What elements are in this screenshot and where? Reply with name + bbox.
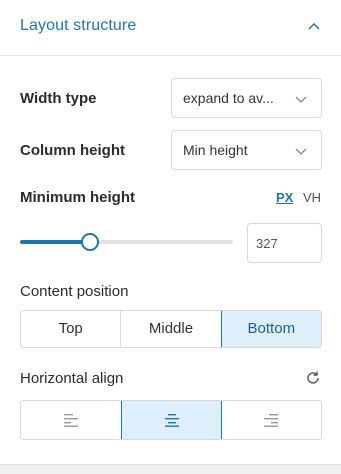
- section-title: Layout structure: [20, 17, 137, 34]
- horizontal-align-group: [20, 400, 322, 440]
- column-height-value: Min height: [183, 142, 248, 158]
- width-type-value: expand to av...: [183, 90, 274, 106]
- unit-vh-button[interactable]: VH: [303, 190, 321, 205]
- column-height-select[interactable]: Min height: [171, 130, 322, 170]
- slider-fill: [20, 240, 91, 244]
- column-height-label: Column height: [20, 142, 125, 159]
- slider-thumb[interactable]: [81, 233, 100, 251]
- content-position-middle[interactable]: Middle: [121, 311, 222, 347]
- layout-structure-panel: Layout structure Width type expand to av…: [0, 0, 341, 465]
- section-header[interactable]: Layout structure: [0, 0, 341, 56]
- content-position-label: Content position: [20, 283, 129, 300]
- align-center-icon: [164, 414, 179, 427]
- minimum-height-label: Minimum height: [20, 189, 135, 206]
- align-left-icon: [63, 414, 78, 427]
- unit-px-button[interactable]: PX: [276, 190, 293, 205]
- content-position-group: Top Middle Bottom: [20, 310, 322, 348]
- minimum-height-input[interactable]: 327: [247, 223, 322, 263]
- chevron-up-icon[interactable]: [307, 20, 321, 34]
- content-position-bottom[interactable]: Bottom: [220, 311, 321, 347]
- chevron-down-icon: [295, 96, 307, 103]
- width-type-label: Width type: [20, 90, 97, 107]
- width-type-select[interactable]: expand to av...: [171, 78, 322, 118]
- unit-switcher: PX VH: [276, 190, 321, 205]
- align-right-icon: [264, 414, 279, 427]
- align-center-button[interactable]: [120, 401, 223, 439]
- horizontal-align-label: Horizontal align: [20, 370, 124, 387]
- panel-footer-gap: [0, 465, 341, 474]
- minimum-height-slider[interactable]: [20, 233, 233, 251]
- align-left-button[interactable]: [21, 401, 122, 439]
- content-position-top[interactable]: Top: [21, 311, 122, 347]
- minimum-height-value: 327: [256, 236, 278, 251]
- align-right-button[interactable]: [221, 401, 321, 439]
- chevron-down-icon: [295, 148, 307, 155]
- reset-icon[interactable]: [305, 370, 321, 386]
